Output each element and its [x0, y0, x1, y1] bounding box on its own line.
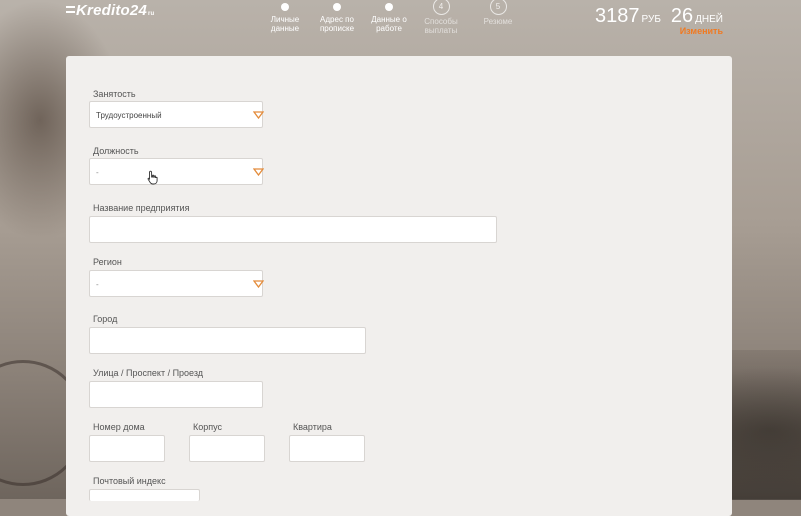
brand-suffix: ru: [148, 11, 155, 17]
postal-label: Почтовый индекс: [93, 476, 166, 486]
step-label: Способы: [424, 17, 458, 26]
step-label: Личные: [270, 15, 300, 24]
step-label: Данные о: [371, 15, 407, 24]
step-number: 5: [489, 0, 507, 15]
loan-currency: РУБ: [641, 14, 661, 25]
step-number: 4: [432, 0, 450, 15]
city-label: Город: [93, 314, 118, 324]
step-label: Адрес по: [320, 15, 354, 24]
step-registration-address[interactable]: Адрес по прописке: [307, 2, 367, 33]
house-label: Номер дома: [93, 422, 145, 432]
loan-days: 26: [670, 5, 694, 27]
brand-name: Kredito24: [76, 2, 147, 19]
apartment-input[interactable]: [289, 435, 365, 462]
postal-input[interactable]: [89, 489, 200, 501]
loan-amount: 3187: [595, 5, 640, 27]
building-label: Корпус: [193, 422, 223, 432]
step-personal-data[interactable]: Личные данные: [255, 2, 315, 33]
company-input[interactable]: [89, 216, 497, 243]
employment-select[interactable]: Трудоустроенный: [89, 101, 264, 128]
logo-mark-icon: [66, 6, 75, 13]
position-value: -: [96, 168, 99, 177]
region-value: -: [96, 280, 99, 289]
step-label: работе: [376, 24, 402, 33]
brand-logo[interactable]: Kredito24ru: [66, 2, 154, 19]
employment-label: Занятость: [93, 89, 136, 99]
apartment-label: Квартира: [293, 422, 332, 432]
step-label: данные: [270, 24, 300, 33]
step-summary: 5 Резюме: [468, 0, 528, 26]
step-label: выплаты: [424, 26, 458, 35]
background-sea: [732, 350, 801, 500]
hand-cursor-icon: [147, 170, 158, 190]
employment-value: Трудоустроенный: [96, 111, 162, 120]
region-select[interactable]: -: [89, 270, 264, 297]
change-loan-link[interactable]: Изменить: [680, 26, 723, 36]
street-input[interactable]: [89, 381, 263, 408]
step-done-icon: [333, 3, 341, 11]
position-select[interactable]: -: [89, 158, 264, 185]
step-work-data[interactable]: Данные о работе: [359, 2, 419, 33]
company-label: Название предприятия: [93, 203, 190, 213]
region-label: Регион: [93, 257, 122, 267]
street-label: Улица / Проспект / Проезд: [93, 368, 204, 378]
step-current-icon: [385, 3, 393, 11]
loan-days-unit: ДНЕЙ: [695, 14, 723, 25]
step-label: Резюме: [483, 17, 513, 26]
step-label: прописке: [319, 24, 355, 33]
building-input[interactable]: [189, 435, 265, 462]
loan-summary: 3187 РУБ 26 ДНЕЙ: [595, 5, 723, 28]
step-payment-methods: 4 Способы выплаты: [411, 0, 471, 35]
city-input[interactable]: [89, 327, 366, 354]
position-label: Должность: [93, 146, 139, 156]
step-done-icon: [281, 3, 289, 11]
house-input[interactable]: [89, 435, 165, 462]
